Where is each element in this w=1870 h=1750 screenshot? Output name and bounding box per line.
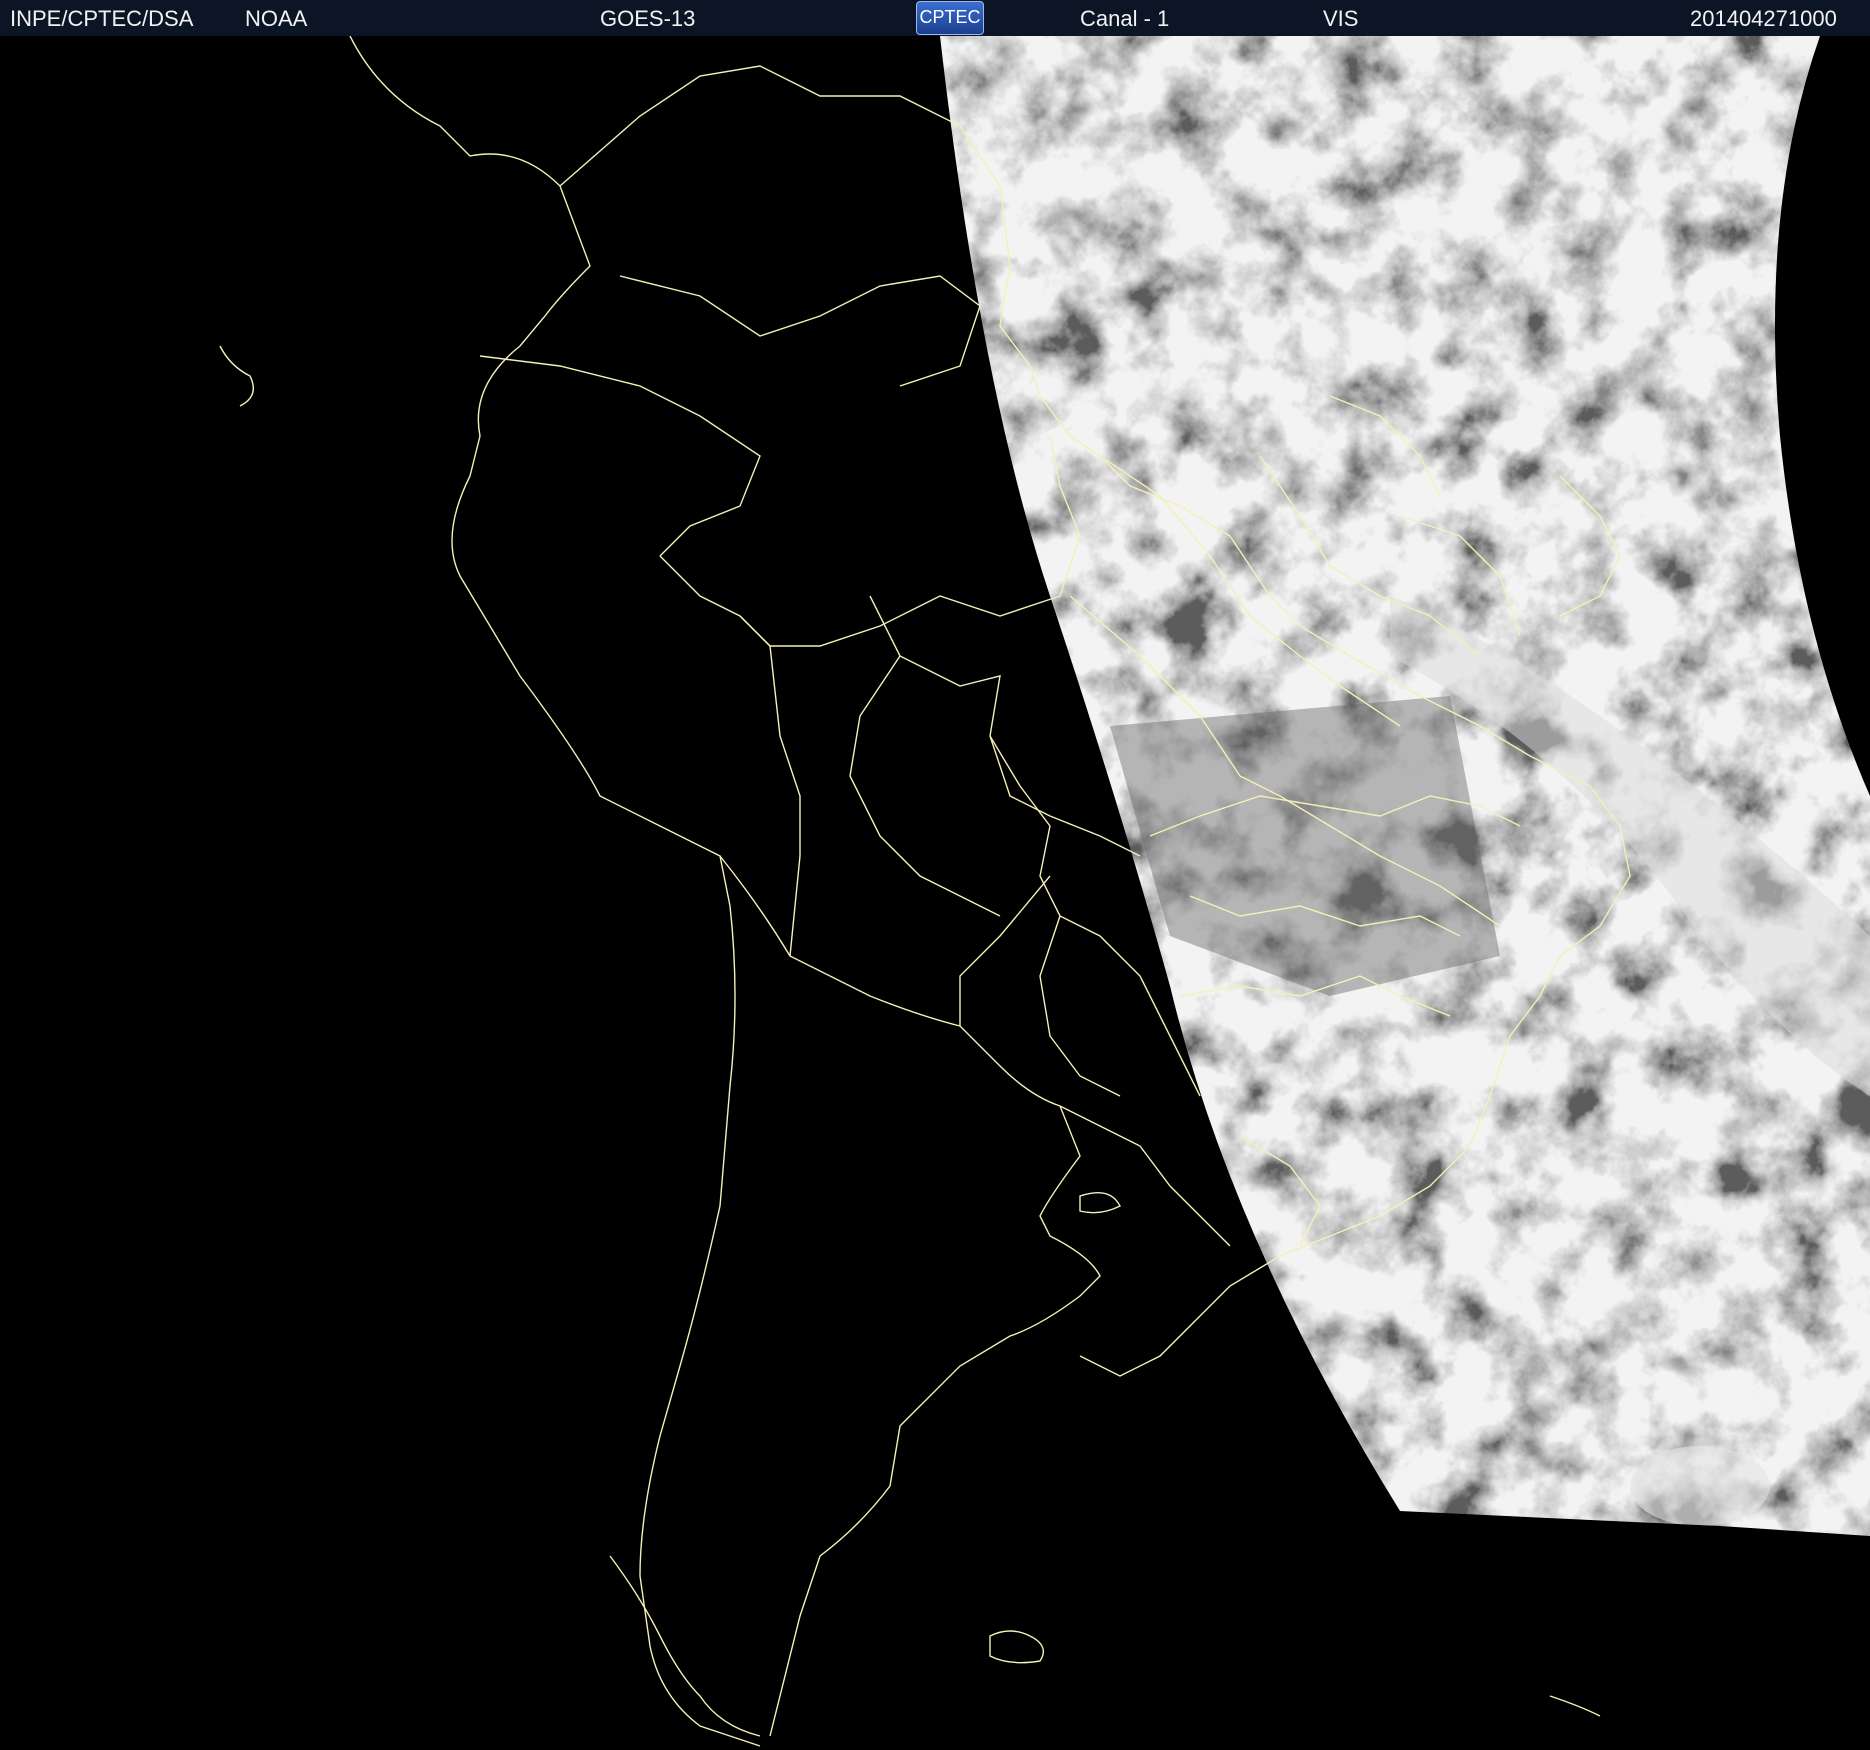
agency-label: NOAA — [245, 6, 308, 31]
cptec-logo-icon: CPTEC — [916, 1, 984, 35]
image-header: INPE/CPTEC/DSA NOAA GOES-13 CPTEC Canal … — [0, 0, 1870, 36]
source-label: INPE/CPTEC/DSA — [10, 6, 194, 31]
satellite-label: GOES-13 — [600, 6, 696, 31]
satellite-image — [0, 36, 1870, 1750]
band-label: VIS — [1323, 6, 1359, 31]
channel-label: Canal - 1 — [1080, 6, 1170, 31]
timestamp-label: 201404271000 — [1690, 6, 1837, 31]
satellite-map — [0, 36, 1870, 1750]
logo-text: CPTEC — [919, 7, 981, 27]
